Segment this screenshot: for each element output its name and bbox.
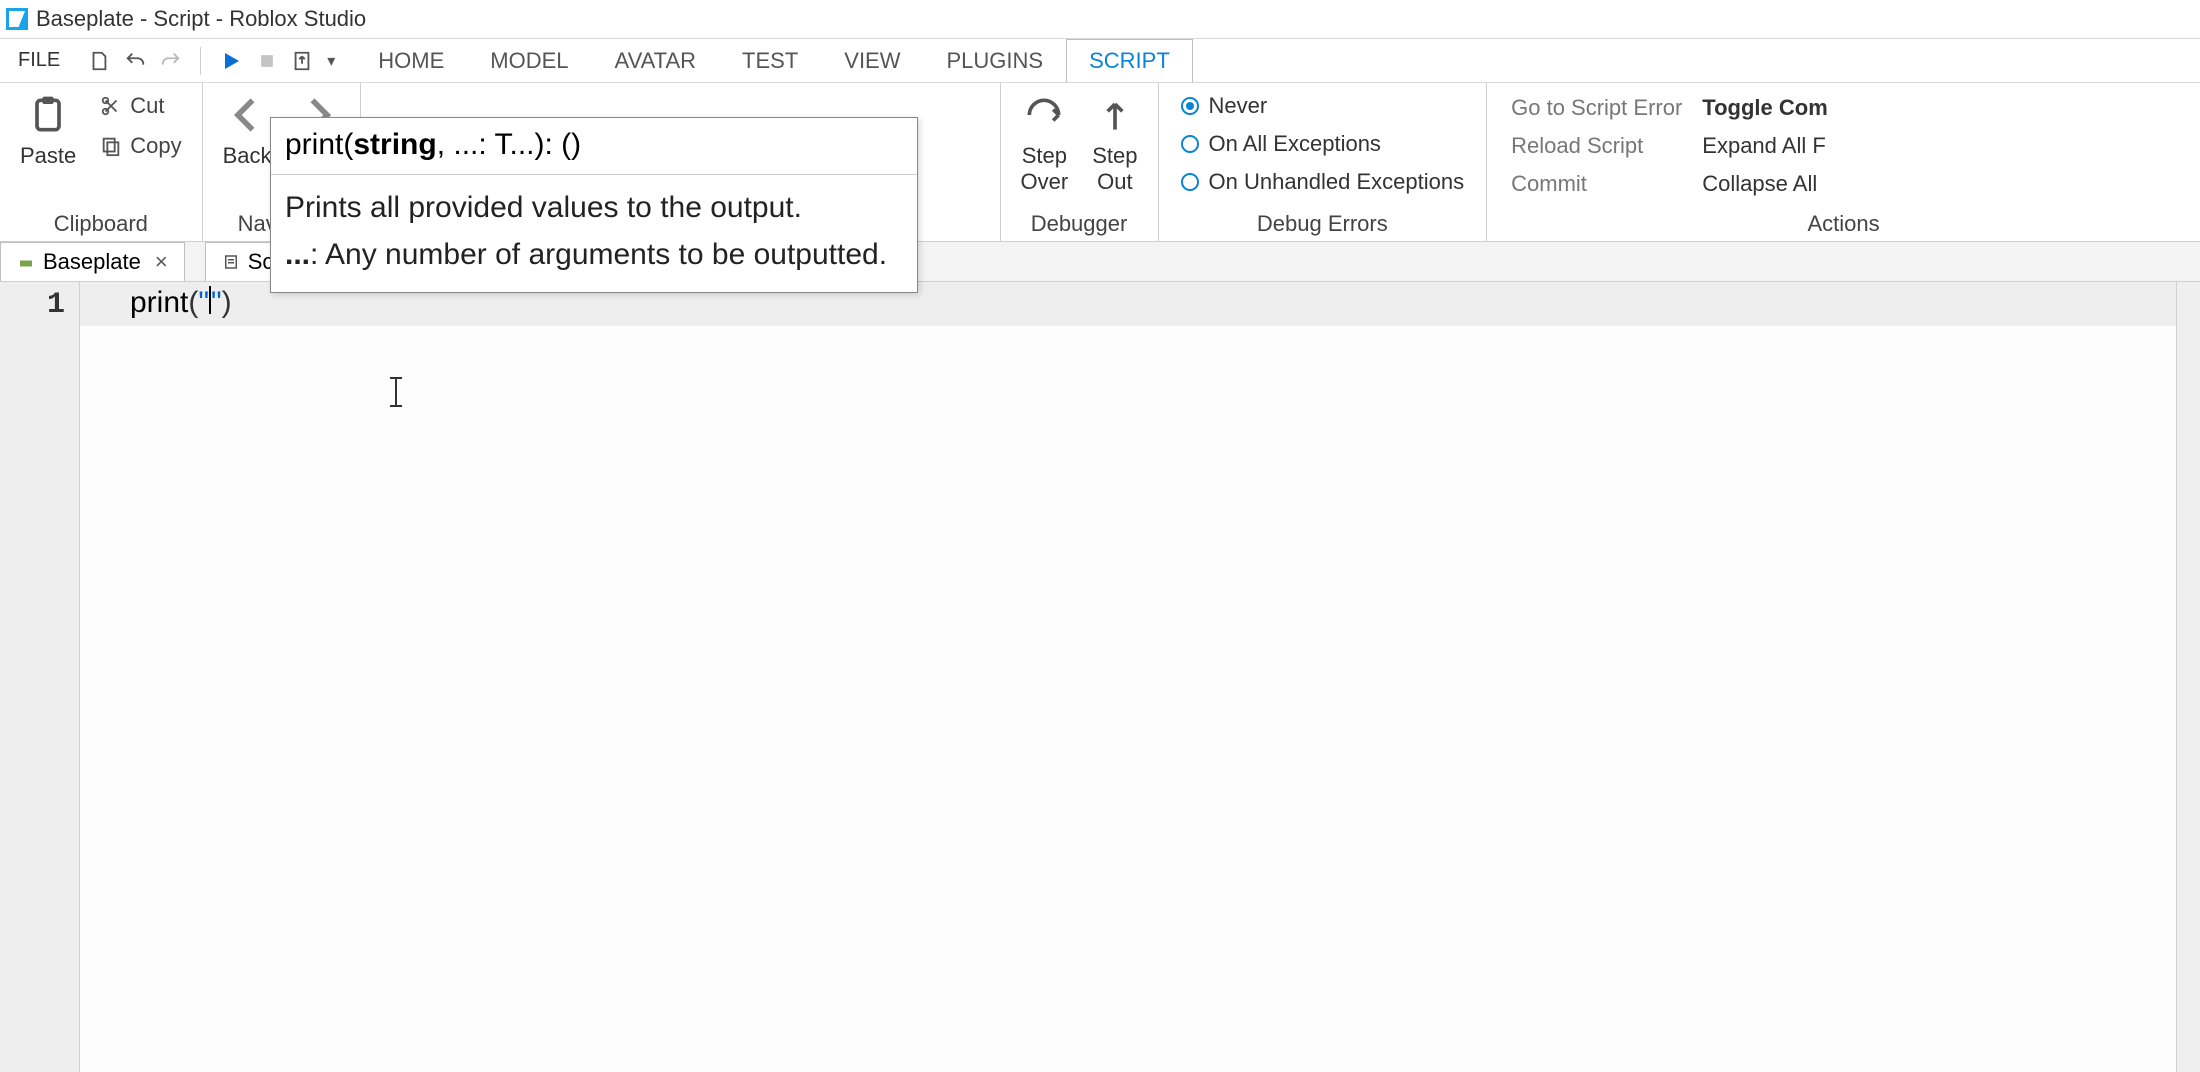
sig-post: , ...: T...): () — [437, 128, 581, 161]
sig-param: string — [353, 128, 436, 161]
baseplate-icon — [17, 253, 35, 271]
paste-button[interactable]: Paste — [14, 89, 82, 173]
line-gutter: 1 — [0, 282, 80, 1072]
token-lparen: ( — [188, 286, 198, 319]
signature-tooltip: print(string, ...: T...): () Prints all … — [270, 117, 918, 293]
menu-bar: FILE ▾ HOME MODEL AVATAR TEST VIEW PLUGI… — [0, 38, 2200, 82]
group-debugger: Step Over Step Out Debugger — [1001, 83, 1159, 241]
radio-label: On All Exceptions — [1209, 131, 1381, 157]
action-expand-all[interactable]: Expand All F — [1692, 127, 1837, 165]
step-over-button[interactable]: Step Over — [1015, 89, 1075, 199]
stop-icon[interactable] — [257, 51, 277, 71]
group-clipboard: Paste Cut Copy Clipboard — [0, 83, 203, 241]
radio-label: On Unhandled Exceptions — [1209, 169, 1465, 195]
sig-pre: print( — [285, 128, 353, 161]
back-button[interactable]: Back — [217, 89, 278, 173]
step-out-button[interactable]: Step Out — [1086, 89, 1143, 199]
token-rparen: ) — [222, 286, 232, 319]
radio-icon — [1181, 135, 1199, 153]
code-editor[interactable]: 1 print("") — [0, 282, 2200, 1072]
publish-icon[interactable] — [291, 50, 313, 72]
undo-icon[interactable] — [124, 50, 146, 72]
action-collapse-all[interactable]: Collapse All — [1692, 165, 1837, 203]
tab-model[interactable]: MODEL — [467, 39, 591, 82]
play-icon[interactable] — [219, 49, 243, 73]
step-over-label: Step Over — [1021, 143, 1069, 195]
tab-home[interactable]: HOME — [355, 39, 467, 82]
group-actions: Go to Script Error Reload Script Commit … — [1487, 83, 2200, 241]
close-icon[interactable]: × — [155, 249, 168, 275]
debug-errors-group-label: Debug Errors — [1173, 205, 1473, 241]
radio-icon — [1181, 173, 1199, 191]
tab-test[interactable]: TEST — [719, 39, 821, 82]
clipboard-group-label: Clipboard — [14, 205, 188, 241]
token-quote-close: " — [211, 286, 222, 319]
tooltip-line2: ...: Any number of arguments to be outpu… — [285, 232, 903, 279]
tooltip-signature: print(string, ...: T...): () — [271, 118, 917, 175]
action-toggle-comment[interactable]: Toggle Com — [1692, 89, 1837, 127]
back-label: Back — [223, 143, 272, 169]
radio-never[interactable]: Never — [1173, 89, 1276, 123]
doc-tab-baseplate[interactable]: Baseplate × — [0, 242, 185, 281]
separator — [200, 47, 201, 75]
cut-label: Cut — [130, 93, 164, 119]
action-goto-script-error[interactable]: Go to Script Error — [1501, 89, 1692, 127]
tab-view[interactable]: VIEW — [821, 39, 923, 82]
script-icon — [222, 253, 240, 271]
token-function: print — [130, 286, 188, 319]
step-out-label: Step Out — [1092, 143, 1137, 195]
tab-script[interactable]: SCRIPT — [1066, 39, 1193, 82]
tab-plugins[interactable]: PLUGINS — [924, 39, 1067, 82]
paste-label: Paste — [20, 143, 76, 169]
radio-on-all-exceptions[interactable]: On All Exceptions — [1173, 127, 1389, 161]
redo-icon[interactable] — [160, 50, 182, 72]
radio-on-unhandled-exceptions[interactable]: On Unhandled Exceptions — [1173, 165, 1473, 199]
quick-access-toolbar: ▾ — [78, 47, 345, 75]
debugger-group-label: Debugger — [1015, 205, 1144, 241]
line-number: 1 — [0, 282, 79, 322]
new-file-icon[interactable] — [88, 50, 110, 72]
radio-icon — [1181, 97, 1199, 115]
action-reload-script[interactable]: Reload Script — [1501, 127, 1692, 165]
scrollbar[interactable] — [2176, 282, 2200, 1072]
title-bar: Baseplate - Script - Roblox Studio — [0, 0, 2200, 38]
code-area[interactable]: print("") — [80, 282, 2176, 1072]
mouse-cursor-ibeam — [395, 377, 397, 407]
tooltip-line1: Prints all provided values to the output… — [285, 185, 903, 232]
ribbon: Paste Cut Copy Clipboard Back — [0, 82, 2200, 242]
tooltip-body: Prints all provided values to the output… — [271, 175, 917, 292]
window-title: Baseplate - Script - Roblox Studio — [36, 6, 366, 32]
tooltip-line2-rest: : Any number of arguments to be outputte… — [310, 238, 887, 271]
cut-button[interactable]: Cut — [94, 89, 187, 123]
token-quote-open: " — [198, 286, 209, 319]
copy-button[interactable]: Copy — [94, 129, 187, 163]
file-menu[interactable]: FILE — [0, 39, 78, 82]
actions-group-label: Actions — [1501, 205, 2186, 241]
doc-tab-label: Baseplate — [43, 249, 141, 275]
group-debug-errors: Never On All Exceptions On Unhandled Exc… — [1159, 83, 1488, 241]
copy-label: Copy — [130, 133, 181, 159]
action-commit[interactable]: Commit — [1501, 165, 1692, 203]
tooltip-line2-prefix: ... — [285, 238, 310, 271]
radio-label: Never — [1209, 93, 1268, 119]
tab-avatar[interactable]: AVATAR — [592, 39, 720, 82]
ribbon-tabs: HOME MODEL AVATAR TEST VIEW PLUGINS SCRI… — [355, 39, 1193, 82]
app-icon — [6, 8, 28, 30]
qat-dropdown-icon[interactable]: ▾ — [327, 51, 335, 71]
